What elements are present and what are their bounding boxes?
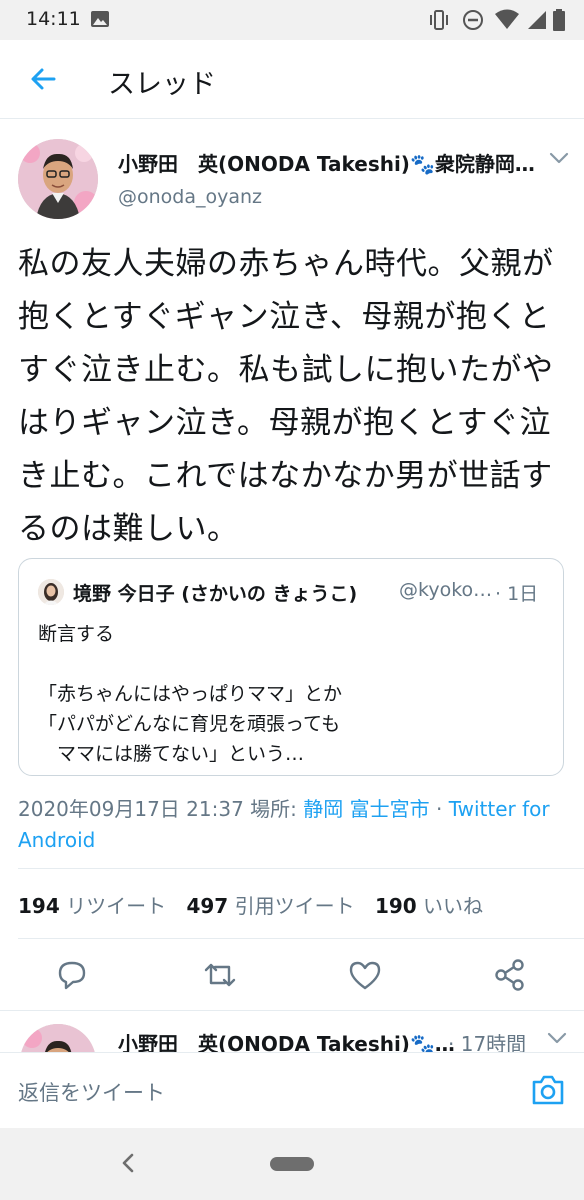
divider — [0, 1010, 584, 1011]
page-title: スレッド — [108, 69, 216, 100]
system-nav-bar — [0, 1128, 584, 1200]
quoted-line: 「パパがどんなに育児を頑張っても — [38, 713, 341, 735]
quoted-author-name: 境野 今日子 (さかいの きょうこ) — [73, 583, 358, 605]
wifi-icon — [495, 9, 519, 30]
tweet-datetime: 2020年09月17日 21:37 — [18, 797, 244, 821]
likes-count: 190 — [374, 894, 417, 918]
quoted-line: ママには勝てない」という… — [38, 743, 305, 765]
chevron-down-icon[interactable] — [546, 1030, 568, 1046]
location-label: 場所: — [243, 797, 304, 821]
app-bar: スレッド — [0, 40, 584, 118]
divider — [18, 868, 584, 869]
quotes-count: 497 — [186, 894, 229, 918]
quoted-line — [38, 649, 548, 679]
meta-separator: · — [429, 797, 449, 821]
nav-home-pill[interactable] — [270, 1157, 314, 1171]
quoted-text: 断言する 「赤ちゃんにはやっぱりママ」とか 「パパがどんなに育児を頑張っても マ… — [38, 619, 548, 769]
share-icon[interactable] — [490, 955, 530, 995]
likes-stat[interactable]: 190 いいね — [375, 894, 483, 918]
back-arrow-icon[interactable] — [26, 62, 60, 96]
quotes-label: 引用ツイート — [228, 894, 355, 918]
quoted-author-handle: @kyoko… — [399, 579, 493, 601]
battery-icon — [553, 9, 565, 31]
divider — [18, 938, 584, 939]
camera-icon[interactable] — [530, 1073, 566, 1107]
retweets-stat[interactable]: 194 リツイート — [18, 894, 166, 918]
retweets-label: リツイート — [59, 894, 167, 918]
heart-icon[interactable] — [345, 955, 385, 995]
tweet-stats: 194 リツイート 497 引用ツイート 190 いいね — [18, 890, 497, 919]
divider — [0, 118, 584, 119]
source-link-line2[interactable]: Android — [18, 828, 95, 852]
status-bar: 14:11 — [0, 0, 584, 40]
quoted-avatar-image — [38, 579, 64, 605]
nav-back-icon[interactable] — [118, 1150, 138, 1176]
quoted-avatar — [38, 579, 64, 605]
quoted-line: 「赤ちゃんにはやっぱりママ」とか — [38, 683, 343, 705]
quoted-tweet[interactable]: 境野 今日子 (さかいの きょうこ) @kyoko… · 1日 断言する 「赤ち… — [18, 558, 564, 776]
avatar[interactable] — [18, 139, 98, 219]
location-link[interactable]: 静岡 富士宮市 — [303, 797, 429, 821]
quoted-time: · 1日 — [495, 583, 539, 605]
tweet-text: 私の友人夫婦の赤ちゃん時代。父親が抱くとすぐギャン泣き、母親が抱くとすぐ泣き止む… — [18, 246, 554, 547]
avatar-image — [18, 139, 98, 219]
likes-label: いいね — [416, 894, 484, 918]
reply-icon[interactable] — [52, 955, 92, 995]
status-time: 14:11 — [26, 8, 81, 30]
author-name[interactable]: 小野田 英(ONODA Takeshi)🐾衆院静岡… — [118, 148, 538, 177]
retweets-count: 194 — [18, 894, 60, 918]
quotes-stat[interactable]: 497 引用ツイート — [186, 894, 354, 918]
source-link-line1[interactable]: Twitter for — [449, 797, 550, 821]
reply-compose-bar[interactable]: 返信をツイート — [0, 1052, 584, 1129]
tweet-meta: 2020年09月17日 21:37 場所: 静岡 富士宮市 · Twitter … — [18, 794, 578, 856]
quoted-line: 断言する — [38, 623, 115, 645]
gallery-icon — [91, 11, 109, 27]
vibrate-icon — [430, 10, 448, 30]
do-not-disturb-icon — [463, 10, 483, 30]
chevron-down-icon[interactable] — [548, 150, 570, 166]
retweet-icon[interactable] — [200, 955, 240, 995]
reply-input[interactable]: 返信をツイート — [18, 1077, 165, 1107]
author-handle[interactable]: @onoda_oyanz — [118, 186, 262, 208]
signal-icon — [528, 11, 546, 29]
